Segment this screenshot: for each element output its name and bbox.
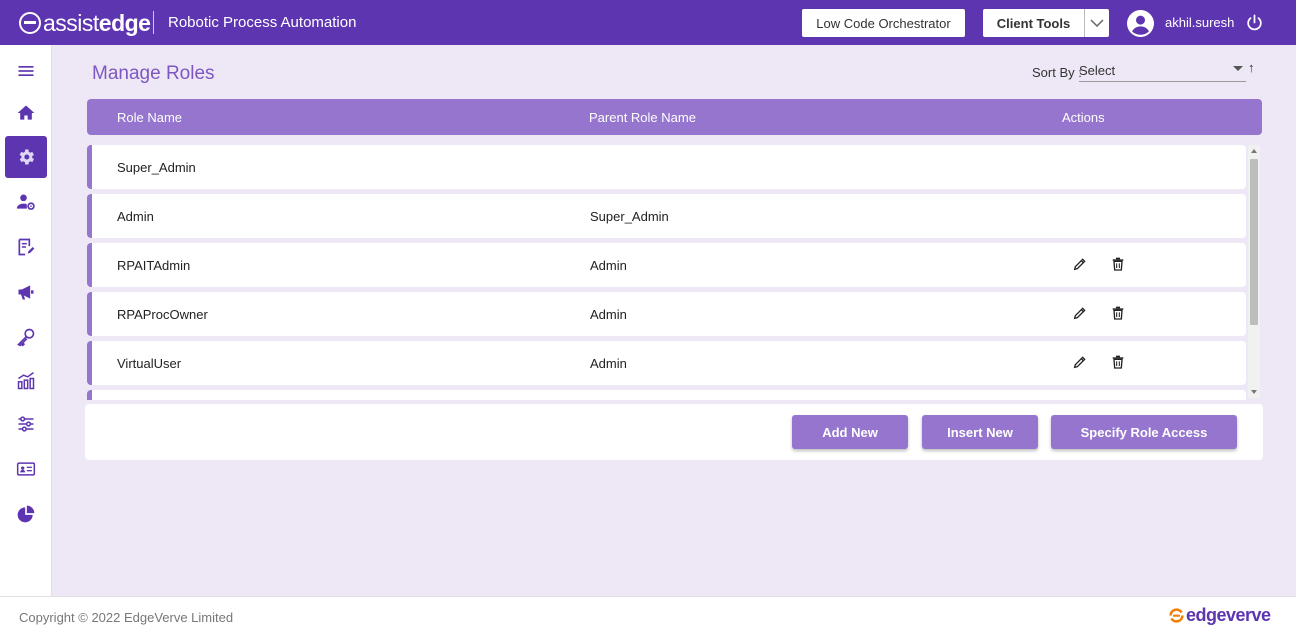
action-bar: Add New Insert New Specify Role Access [85,404,1263,460]
edgeverve-logo: edgeverve [1168,605,1271,626]
parent-role-cell: Admin [590,307,627,322]
roles-list-scrollbar[interactable] [1248,145,1260,398]
pie-chart-icon[interactable] [5,493,47,535]
sort-by-label: Sort By : [1032,65,1082,80]
app-title: Robotic Process Automation [168,14,357,31]
scroll-up-arrow-icon[interactable] [1251,149,1257,153]
scroll-thumb[interactable] [1250,159,1258,325]
edgeverve-logo-icon [1169,608,1184,623]
column-header-role-name: Role Name [117,110,183,125]
table-row-partial[interactable] [87,390,1246,400]
scroll-down-arrow-icon[interactable] [1251,390,1257,394]
page-footer: Copyright © 2022 EdgeVerve Limited edgev… [0,596,1296,636]
user-settings-icon[interactable] [5,181,47,223]
sidebar [0,45,52,596]
table-row[interactable]: VirtualUser Admin [87,341,1246,385]
username[interactable]: akhil.suresh [1165,15,1234,30]
client-tools-label[interactable]: Client Tools [983,16,1084,31]
insert-new-button[interactable]: Insert New [922,415,1038,449]
sliders-icon[interactable] [5,403,47,445]
role-name-cell: Admin [117,209,154,224]
gear-icon[interactable] [5,136,47,178]
page-title: Manage Roles [92,63,215,84]
assistedge-logo[interactable]: assistedge [19,9,151,36]
table-row[interactable]: RPAITAdmin Admin [87,243,1246,287]
parent-role-cell: Admin [590,356,627,371]
role-name-cell: RPAITAdmin [117,258,191,273]
table-row[interactable]: Super_Admin [87,145,1246,189]
parent-role-cell: Admin [590,258,627,273]
table-row[interactable]: Admin Super_Admin [87,194,1246,238]
delete-icon[interactable] [1110,305,1126,321]
user-avatar-icon[interactable] [1127,10,1154,37]
logo-text-bold: edge [98,9,151,36]
client-tools-dropdown[interactable]: Client Tools [983,9,1109,37]
header-divider [153,11,154,34]
megaphone-icon[interactable] [5,271,47,313]
table-header: Role Name Parent Role Name Actions [87,99,1262,135]
edit-icon[interactable] [1072,354,1088,370]
parent-role-cell: Super_Admin [590,209,669,224]
edgeverve-wordmark: edgeverve [1186,605,1271,625]
role-name-cell: Super_Admin [117,160,196,175]
key-icon[interactable] [5,316,47,358]
sort-direction-arrow-up-icon[interactable]: ↑ [1248,60,1255,75]
specify-role-access-button[interactable]: Specify Role Access [1051,415,1237,449]
edit-icon[interactable] [1072,305,1088,321]
roles-list: Super_Admin Admin Super_Admin RPAITAdmin… [87,145,1246,400]
home-icon[interactable] [5,92,47,134]
column-header-parent-role-name: Parent Role Name [589,110,696,125]
power-icon[interactable] [1245,13,1264,32]
edit-icon[interactable] [1072,256,1088,272]
table-row[interactable]: RPAProcOwner Admin [87,292,1246,336]
app-header: assistedge Robotic Process Automation Lo… [0,0,1296,45]
delete-icon[interactable] [1110,256,1126,272]
caret-down-icon[interactable] [1233,66,1243,71]
assistedge-logo-icon [19,12,41,34]
id-card-icon[interactable] [5,448,47,490]
role-name-cell: VirtualUser [117,356,182,371]
role-name-cell: RPAProcOwner [117,307,208,322]
logo-text-light: assist [43,9,99,36]
chevron-down-icon[interactable] [1084,9,1109,37]
copyright-text: Copyright © 2022 EdgeVerve Limited [19,610,234,625]
chart-icon[interactable] [5,360,47,402]
document-edit-icon[interactable] [5,226,47,268]
sort-by-select[interactable]: Select [1079,60,1246,82]
column-header-actions: Actions [1062,110,1105,125]
delete-icon[interactable] [1110,354,1126,370]
menu-icon[interactable] [5,50,47,92]
low-code-orchestrator-button[interactable]: Low Code Orchestrator [802,9,965,37]
add-new-button[interactable]: Add New [792,415,908,449]
